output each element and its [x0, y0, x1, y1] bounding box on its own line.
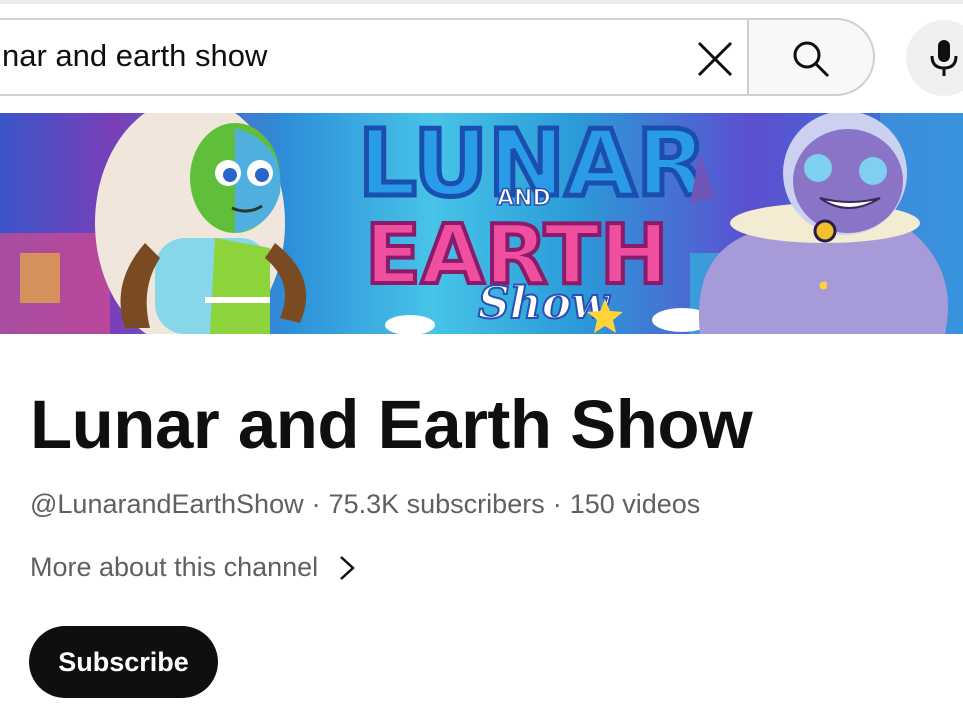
search-query-text[interactable]: nar and earth show	[2, 38, 267, 74]
channel-logo: LUNAR AND EARTH Show	[356, 113, 712, 334]
earth-character-illustration	[95, 113, 307, 334]
channel-handle: @LunarandEarthShow	[30, 489, 304, 519]
top-divider	[0, 0, 963, 4]
search-icon	[793, 41, 830, 78]
meta-separator: ·	[311, 489, 321, 519]
channel-banner: LUNAR AND EARTH Show	[0, 113, 963, 334]
voice-search-button[interactable]	[906, 20, 963, 96]
subscribe-button[interactable]: Subscribe	[29, 626, 218, 698]
video-count: 150 videos	[569, 489, 701, 519]
microphone-icon	[930, 40, 958, 76]
search-button[interactable]	[747, 18, 875, 96]
more-about-label: More about this channel	[30, 552, 319, 582]
chevron-right-icon	[340, 555, 356, 580]
logo-word-show: Show	[478, 278, 611, 329]
subscriber-count: 75.3K subscribers	[328, 489, 545, 519]
channel-meta: @LunarandEarthShow · 75.3K subscribers · 150…	[30, 489, 700, 520]
meta-separator: ·	[552, 489, 562, 519]
channel-name: Lunar and Earth Show	[30, 386, 753, 463]
more-about-channel-link[interactable]: More about this channel	[30, 552, 356, 583]
close-icon[interactable]	[693, 37, 737, 81]
